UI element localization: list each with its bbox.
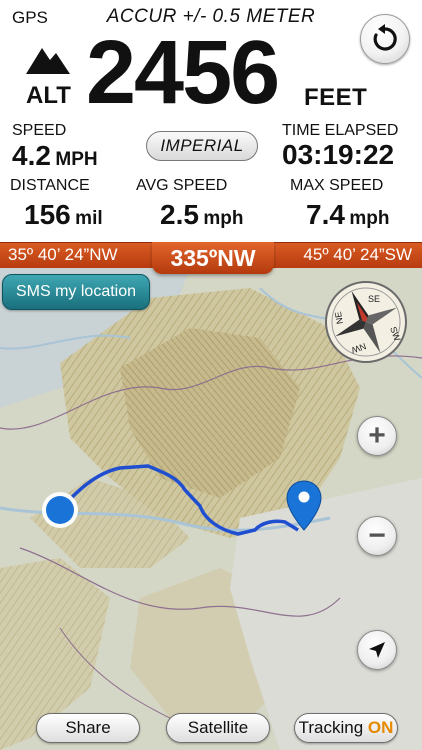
units-toggle-button[interactable]: IMPERIAL (146, 131, 258, 161)
heading-center: 335ºNW (152, 242, 274, 274)
compass-icon[interactable]: SE SW NW NE (324, 280, 408, 364)
satellite-button[interactable]: Satellite (166, 713, 270, 743)
max-speed-label: MAX SPEED (290, 177, 384, 194)
compass-letter-se: SE (368, 294, 380, 304)
altitude-label: ALT (26, 82, 71, 109)
start-dot-icon (42, 492, 78, 528)
heading-right-bearing: 45º 40’ 24”SW (303, 245, 412, 264)
location-arrow-icon (369, 642, 385, 658)
distance-label: DISTANCE (10, 177, 90, 194)
zoom-in-button[interactable]: + (357, 416, 397, 456)
avg-speed-readout: 2.5 mph (160, 199, 244, 231)
stats-panel: GPS ACCUR +/- 0.5 METER ALT 2456 FEET SP… (0, 0, 422, 242)
max-speed-readout: 7.4 mph (306, 199, 390, 231)
speed-readout: 4.2 MPH (12, 140, 98, 172)
reset-button[interactable] (360, 14, 410, 64)
time-elapsed-value: 03:19:22 (282, 139, 395, 170)
speed-unit: MPH (55, 149, 98, 170)
locate-me-button[interactable] (357, 630, 397, 670)
altitude-value: 2456 (86, 23, 280, 123)
reset-icon (373, 24, 397, 51)
max-speed-value: 7.4 (306, 199, 345, 230)
avg-speed-label: AVG SPEED (136, 177, 228, 194)
tracking-toggle-button[interactable]: Tracking ON (294, 713, 398, 743)
compass-letter-ne: NE (333, 311, 345, 325)
avg-speed-value: 2.5 (160, 199, 199, 230)
avg-speed-unit: mph (203, 208, 244, 229)
zoom-out-button[interactable]: − (357, 516, 397, 556)
altitude-unit: FEET (304, 84, 368, 111)
distance-readout: 156 mil (24, 199, 103, 231)
share-button[interactable]: Share (36, 713, 140, 743)
time-elapsed-label: TIME ELAPSED (282, 122, 399, 139)
tracking-label: Tracking (298, 718, 364, 737)
tracking-state: ON (367, 718, 394, 737)
distance-unit: mil (75, 208, 103, 229)
heading-left-bearing: 35º 40’ 24”NW (8, 245, 118, 264)
speed-value: 4.2 (12, 140, 51, 171)
distance-value: 156 (24, 199, 71, 230)
mountain-icon (26, 48, 70, 74)
sms-location-button[interactable]: SMS my location (2, 274, 150, 310)
max-speed-unit: mph (349, 208, 390, 229)
speed-label: SPEED (12, 122, 67, 139)
